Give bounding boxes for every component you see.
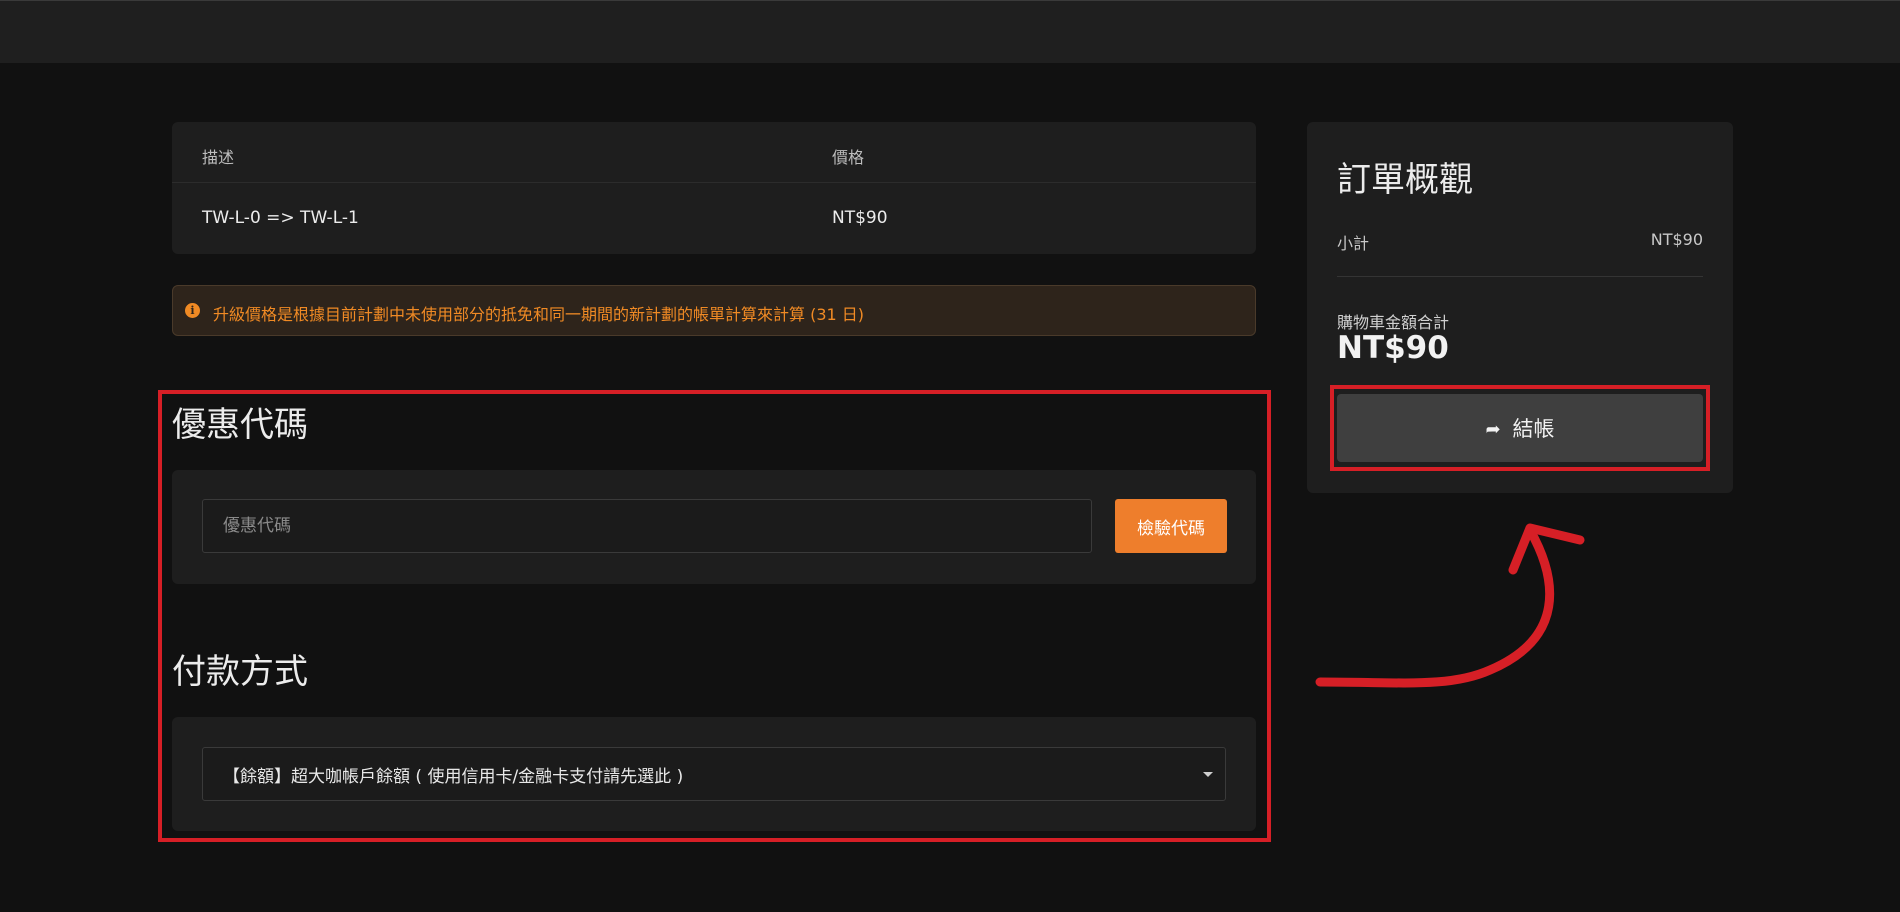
- table-row: TW-L-0 => TW-L-1 NT$90: [172, 183, 1256, 255]
- info-circle-icon: i: [185, 303, 200, 318]
- annotation-arrow: [1315, 523, 1585, 688]
- annotation-highlight-box: [158, 390, 1271, 842]
- cart-total-value: NT$90: [1337, 330, 1449, 366]
- summary-divider: [1337, 276, 1703, 277]
- cart-table: 描述 價格 TW-L-0 => TW-L-1 NT$90: [172, 122, 1256, 254]
- order-summary-title: 訂單概觀: [1337, 160, 1473, 200]
- item-price: NT$90: [832, 208, 888, 228]
- cart-table-header: 描述 價格: [172, 122, 1256, 183]
- top-navbar: [0, 0, 1900, 63]
- notice-text: 升級價格是根據目前計劃中未使用部分的抵免和同一期間的新計劃的帳單計算來計算 (3…: [213, 305, 865, 324]
- item-description: TW-L-0 => TW-L-1: [202, 208, 359, 228]
- column-header-description: 描述: [202, 148, 235, 167]
- upgrade-price-notice: i 升級價格是根據目前計劃中未使用部分的抵免和同一期間的新計劃的帳單計算來計算 …: [172, 285, 1256, 336]
- subtotal-value: NT$90: [1650, 230, 1703, 249]
- column-header-price: 價格: [832, 148, 865, 167]
- subtotal-label: 小計: [1337, 234, 1370, 253]
- annotation-highlight-checkout: [1330, 385, 1710, 471]
